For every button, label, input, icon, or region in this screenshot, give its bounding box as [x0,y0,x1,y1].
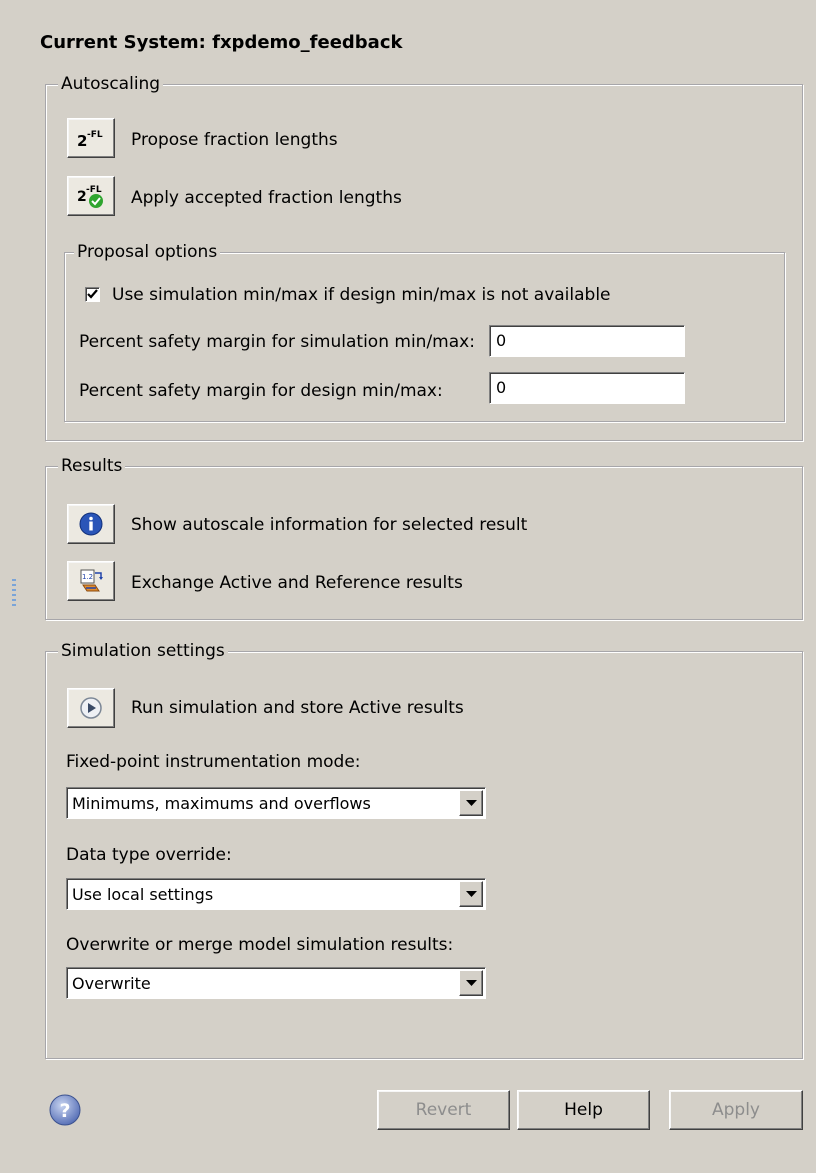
propose-fraction-lengths-button[interactable]: 2 -FL [67,118,115,158]
merge-results-label: Overwrite or merge model simulation resu… [66,935,454,955]
play-icon [80,697,102,719]
power-of-two-fl-check-icon: 2 -FL [77,185,103,208]
power-of-two-fl-icon: 2 -FL [77,130,103,149]
svg-text:-FL: -FL [87,130,103,140]
question-icon: ? [49,1094,81,1126]
simulation-settings-legend: Simulation settings [58,641,228,661]
sim-margin-label: Percent safety margin for simulation min… [79,332,475,352]
svg-text:1.2: 1.2 [82,573,93,581]
run-simulation-label: Run simulation and store Active results [131,698,464,718]
autoscaling-legend: Autoscaling [58,74,164,94]
info-icon [79,512,103,536]
use-simulation-minmax-checkbox[interactable] [85,287,100,302]
sim-margin-input[interactable]: 0 [489,325,685,357]
data-type-override-select[interactable]: Use local settings [66,878,486,910]
proposal-options-legend: Proposal options [74,242,221,262]
checkmark-icon [87,289,98,299]
data-type-override-value: Use local settings [72,885,214,904]
propose-fraction-lengths-label: Propose fraction lengths [131,130,338,150]
help-question-button[interactable]: ? [48,1093,82,1127]
svg-text:?: ? [59,1100,70,1122]
apply-accepted-fraction-lengths-label: Apply accepted fraction lengths [131,188,402,208]
chevron-down-icon[interactable] [459,970,483,996]
apply-button[interactable]: Apply [669,1090,803,1130]
merge-results-select[interactable]: Overwrite [66,967,486,999]
chevron-down-icon[interactable] [459,881,483,907]
results-group [45,466,803,620]
show-autoscale-info-label: Show autoscale information for selected … [131,515,528,535]
design-margin-label: Percent safety margin for design min/max… [79,381,443,401]
exchange-results-label: Exchange Active and Reference results [131,573,463,593]
apply-accepted-fraction-lengths-button[interactable]: 2 -FL [67,176,115,216]
chevron-down-icon[interactable] [459,790,483,816]
data-type-override-label: Data type override: [66,845,232,865]
current-system-title: Current System: fxpdemo_feedback [40,32,403,53]
use-simulation-minmax-label: Use simulation min/max if design min/max… [112,285,611,305]
exchange-results-button[interactable]: 1.2 [67,561,115,601]
svg-text:2: 2 [77,132,87,149]
show-autoscale-info-button[interactable] [67,504,115,544]
merge-results-value: Overwrite [72,974,151,993]
revert-button[interactable]: Revert [377,1090,510,1130]
svg-text:-FL: -FL [86,185,102,195]
instrumentation-mode-label: Fixed-point instrumentation mode: [66,752,361,772]
instrumentation-mode-select[interactable]: Minimums, maximums and overflows [66,787,486,819]
results-legend: Results [58,456,126,476]
splitter-handle[interactable] [12,579,16,607]
exchange-icon: 1.2 [80,569,103,592]
help-button[interactable]: Help [517,1090,650,1130]
run-simulation-button[interactable] [67,688,115,728]
design-margin-input[interactable]: 0 [489,372,685,404]
instrumentation-mode-value: Minimums, maximums and overflows [72,794,371,813]
